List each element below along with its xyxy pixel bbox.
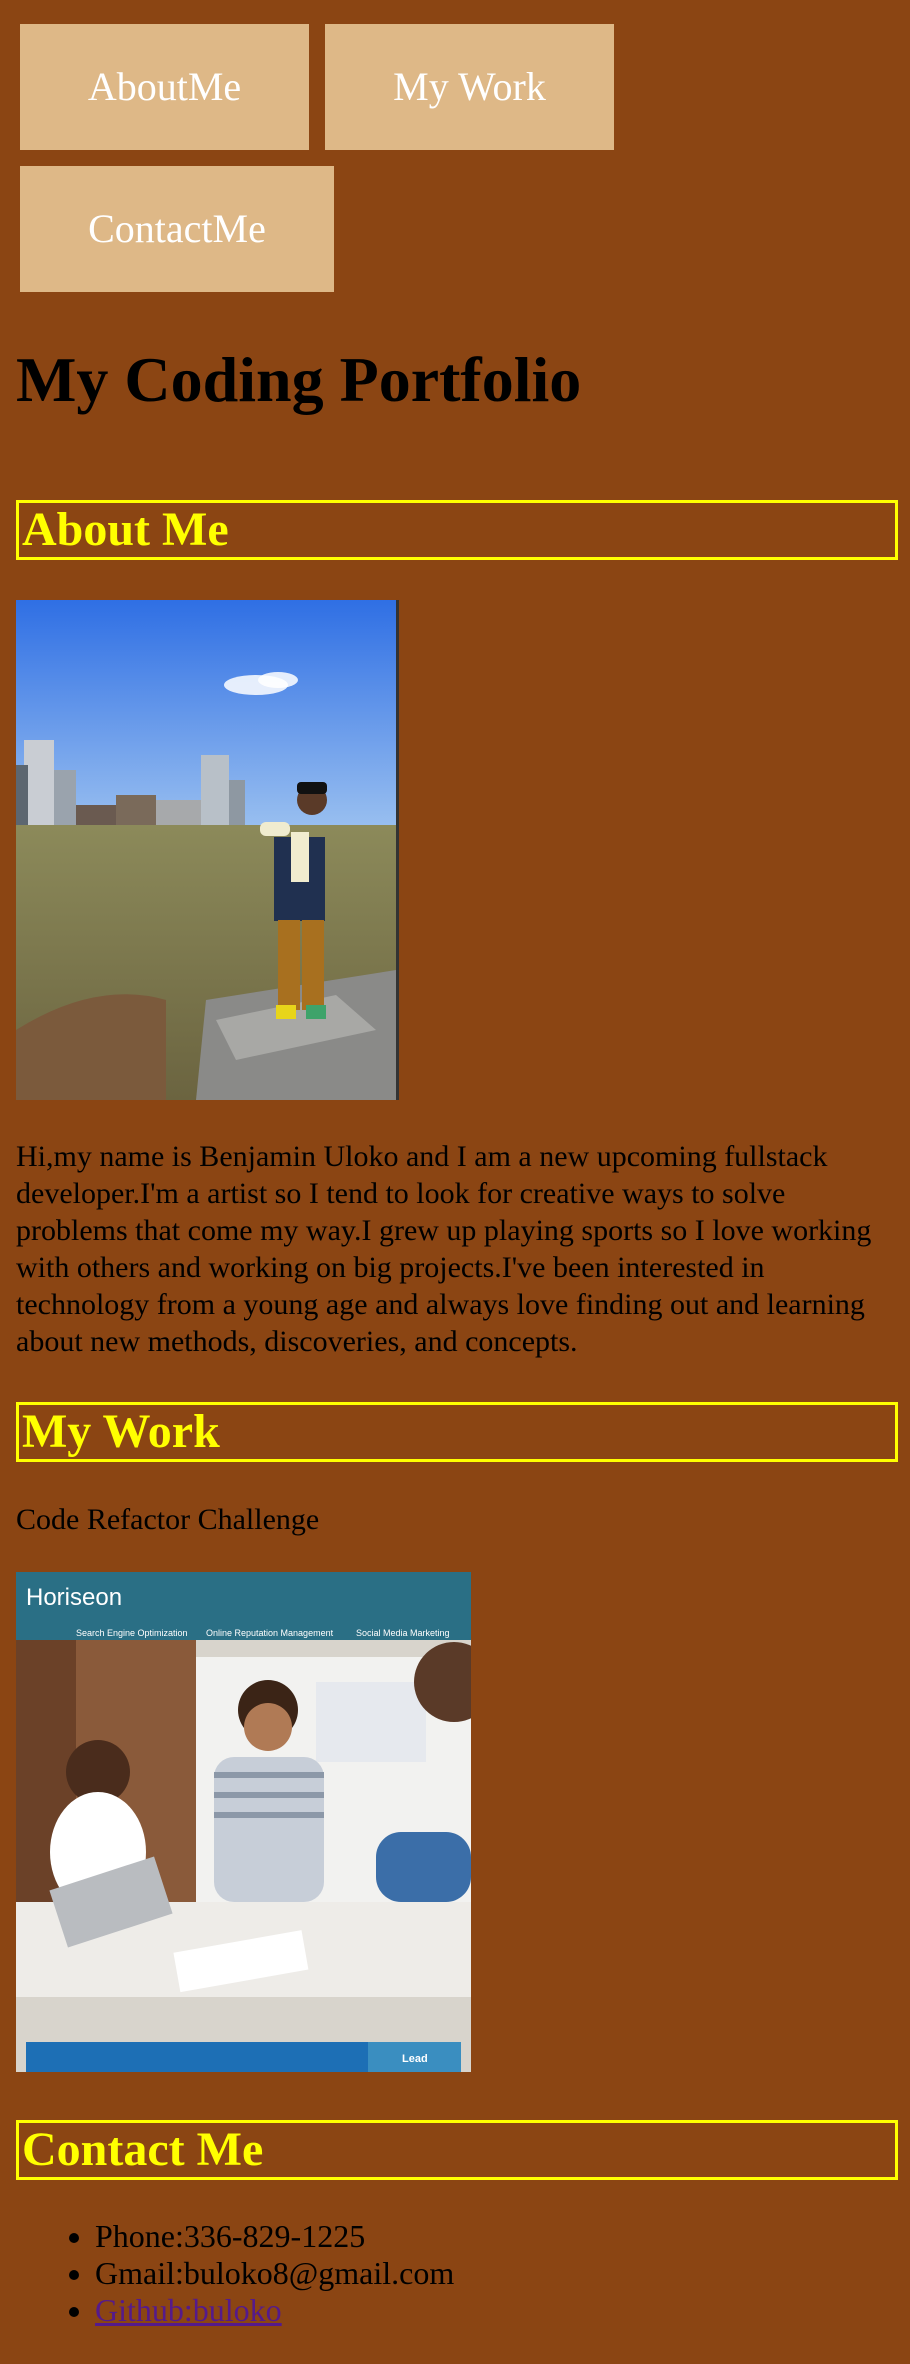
about-bio: Hi,my name is Benjamin Uloko and I am a … xyxy=(16,1140,872,1358)
nav-about-button[interactable]: AboutMe xyxy=(20,24,309,150)
project-title: Code Refactor Challenge xyxy=(16,1503,320,1536)
github-link[interactable]: Github:buloko xyxy=(95,2292,282,2328)
work-heading: My Work xyxy=(16,1402,898,1462)
about-heading: About Me xyxy=(16,500,898,560)
profile-photo xyxy=(16,600,396,1100)
preview-menu-2: Online Reputation Management xyxy=(206,1628,334,1638)
contact-gmail: Gmail:buloko8@gmail.com xyxy=(95,2255,454,2292)
contact-list: Phone:336-829-1225 Gmail:buloko8@gmail.c… xyxy=(56,2218,454,2329)
project-preview[interactable]: Horiseon Search Engine Optimization Onli… xyxy=(16,1572,471,2072)
top-nav: AboutMe My Work ContactMe xyxy=(0,0,910,300)
nav-contact-button[interactable]: ContactMe xyxy=(20,166,334,292)
preview-menu-3: Social Media Marketing xyxy=(356,1628,450,1638)
preview-cta: Lead xyxy=(402,2053,428,2065)
contact-phone: Phone:336-829-1225 xyxy=(95,2218,454,2255)
preview-brand: Horiseon xyxy=(26,1584,122,1611)
contact-heading: Contact Me xyxy=(16,2120,898,2180)
nav-work-button[interactable]: My Work xyxy=(325,24,614,150)
page-title: My Coding Portfolio xyxy=(16,344,582,415)
contact-github-item: Github:buloko xyxy=(95,2292,454,2329)
preview-menu-1: Search Engine Optimization xyxy=(76,1628,188,1638)
